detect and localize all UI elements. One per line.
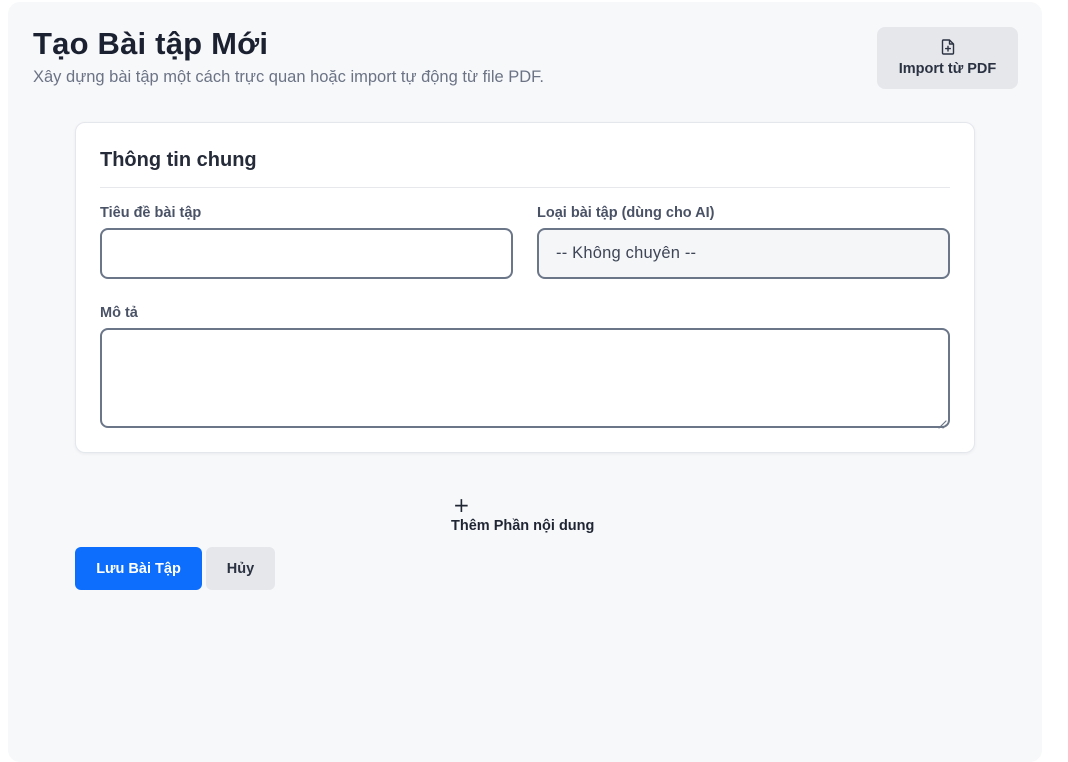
- file-plus-icon: [941, 39, 955, 58]
- add-content-section-label: Thêm Phần nội dung: [451, 518, 595, 534]
- description-textarea[interactable]: [100, 328, 950, 428]
- exercise-type-selected-value: -- Không chuyên --: [556, 244, 697, 262]
- import-pdf-button[interactable]: Import từ PDF: [877, 27, 1018, 89]
- title-field-label: Tiêu đề bài tập: [100, 205, 202, 221]
- card-title: Thông tin chung: [100, 149, 257, 171]
- description-wrapper: [100, 328, 950, 429]
- add-content-section-button[interactable]: + Thêm Phần nội dung: [451, 493, 595, 534]
- resize-grip-icon[interactable]: [938, 416, 947, 429]
- page-subtitle: Xây dựng bài tập một cách trực quan hoặc…: [33, 68, 545, 86]
- plus-icon: +: [453, 493, 470, 517]
- import-pdf-label: Import từ PDF: [898, 61, 997, 77]
- page-container: Tạo Bài tập Mới Xây dựng bài tập một các…: [8, 2, 1042, 762]
- page-title: Tạo Bài tập Mới: [33, 26, 269, 61]
- general-info-card: Thông tin chung Tiêu đề bài tập Loại bài…: [75, 122, 975, 453]
- description-field-label: Mô tả: [100, 305, 138, 321]
- card-divider: [100, 187, 950, 188]
- exercise-type-select[interactable]: -- Không chuyên --: [537, 228, 950, 279]
- save-exercise-button[interactable]: Lưu Bài Tập: [75, 547, 202, 590]
- type-field-label: Loại bài tập (dùng cho AI): [537, 205, 715, 221]
- title-input[interactable]: [100, 228, 513, 279]
- cancel-button[interactable]: Hủy: [206, 547, 275, 590]
